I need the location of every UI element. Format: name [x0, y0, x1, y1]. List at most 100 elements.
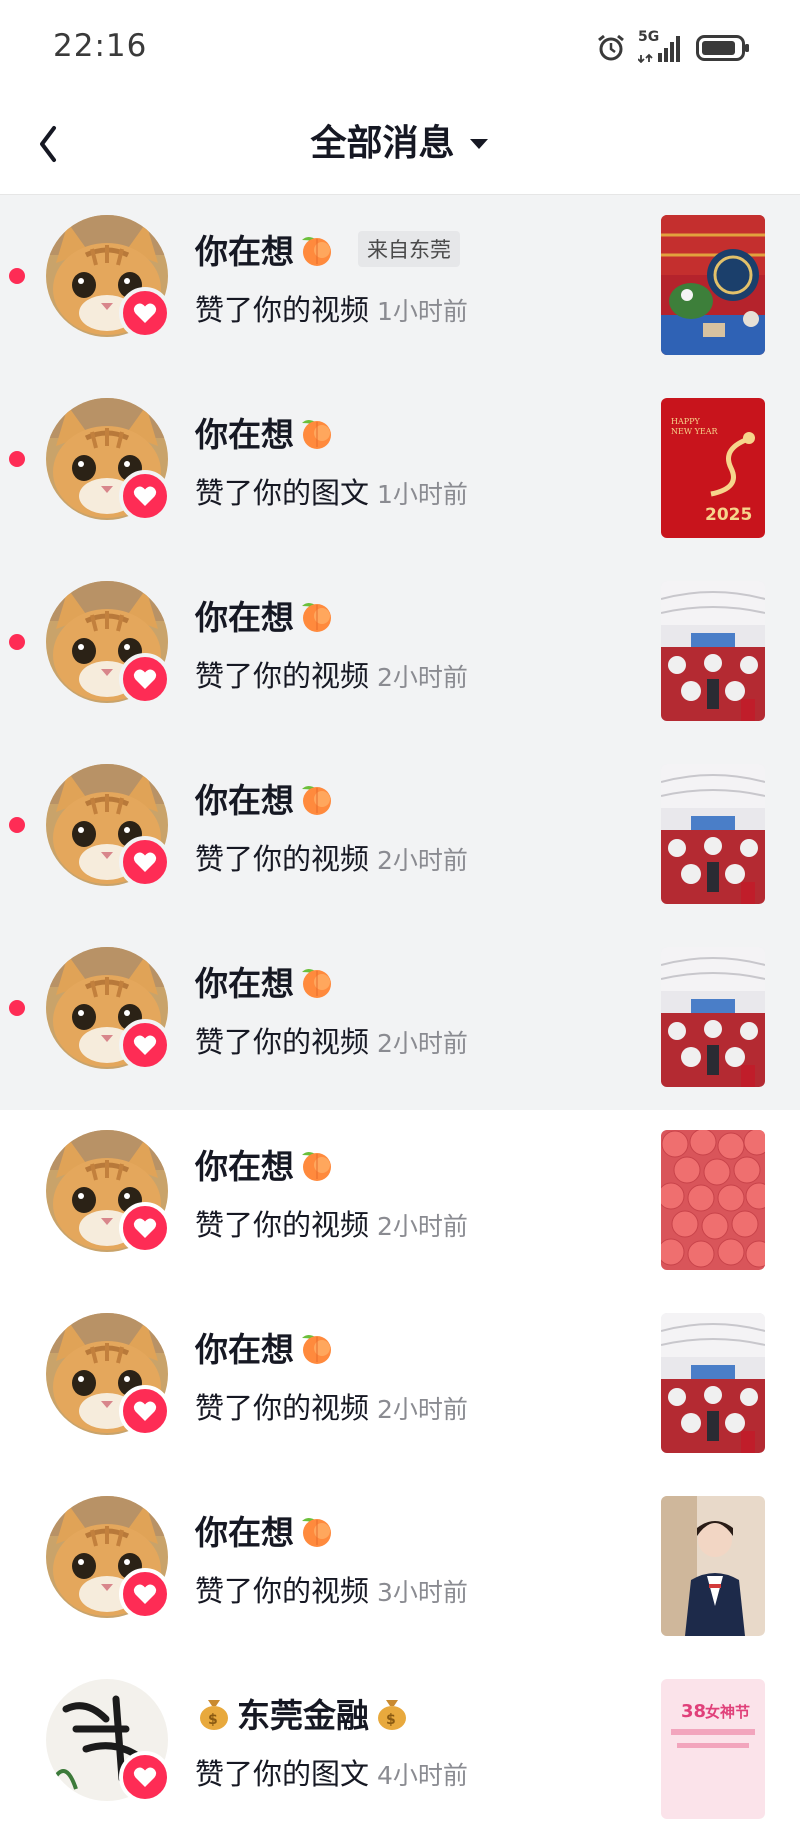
- sender-name[interactable]: 你在想: [195, 774, 294, 822]
- like-badge-icon: [119, 1202, 171, 1254]
- notification-list: 你在想 来自东莞 赞了你的视频 1小时前 你在想 赞了你的图文 1小时前 HAP…: [0, 195, 800, 1842]
- peach-emoji-icon: [302, 969, 331, 998]
- peach-emoji-icon: [302, 603, 331, 632]
- action-text: 赞了你的视频: [195, 1574, 370, 1608]
- heart-icon: [133, 1767, 157, 1787]
- content-thumbnail[interactable]: 38 女神节: [661, 1679, 765, 1819]
- status-icons: 5G: [596, 29, 750, 66]
- sender-name-line[interactable]: 你在想: [195, 1323, 336, 1371]
- header: 全部消息: [0, 96, 800, 195]
- notification-row[interactable]: 你在想 来自东莞 赞了你的视频 1小时前: [0, 195, 800, 378]
- peach-emoji-icon: [302, 237, 331, 266]
- action-text: 赞了你的视频: [195, 1025, 370, 1059]
- timestamp: 2小时前: [377, 846, 468, 875]
- like-badge-icon: [119, 470, 171, 522]
- action-text: 赞了你的图文: [195, 476, 370, 510]
- sender-name-line[interactable]: 你在想: [195, 591, 336, 639]
- unread-dot: [9, 1000, 25, 1016]
- like-badge-icon: [119, 1019, 171, 1071]
- content-thumbnail[interactable]: [661, 581, 765, 721]
- action-line: 赞了你的视频 2小时前: [195, 836, 468, 878]
- peach-emoji-icon: [302, 1335, 331, 1364]
- action-line: 赞了你的视频 3小时前: [195, 1568, 468, 1610]
- notification-row[interactable]: 你在想 赞了你的视频 2小时前: [0, 1293, 800, 1476]
- sender-name-line[interactable]: 你在想: [195, 957, 336, 1005]
- status-time: 22:16: [53, 28, 148, 64]
- notification-row[interactable]: 你在想 赞了你的视频 3小时前: [0, 1476, 800, 1659]
- sender-name-line[interactable]: $ 东莞金融 $: [195, 1689, 411, 1737]
- signal-icon: 5G: [638, 29, 684, 63]
- notification-row[interactable]: 你在想 赞了你的图文 1小时前 HAPPY NEW YEAR 2025: [0, 378, 800, 561]
- action-line: 赞了你的图文 4小时前: [195, 1751, 468, 1793]
- content-thumbnail[interactable]: [661, 764, 765, 904]
- sender-name-line[interactable]: 你在想: [195, 408, 336, 456]
- action-text: 赞了你的图文: [195, 1757, 370, 1791]
- svg-text:女神节: 女神节: [705, 1703, 750, 1721]
- timestamp: 1小时前: [377, 480, 468, 509]
- svg-text:NEW YEAR: NEW YEAR: [671, 427, 719, 436]
- caret-down-icon: [469, 139, 488, 149]
- content-thumbnail[interactable]: [661, 1130, 765, 1270]
- timestamp: 2小时前: [377, 1029, 468, 1058]
- unread-dot: [9, 817, 25, 833]
- notification-row[interactable]: 你在想 赞了你的视频 2小时前: [0, 927, 800, 1110]
- heart-icon: [133, 1218, 157, 1238]
- like-badge-icon: [119, 287, 171, 339]
- notification-row[interactable]: $ 东莞金融 $ 赞了你的图文 4小时前 38 女神节: [0, 1659, 800, 1842]
- timestamp: 1小时前: [377, 297, 468, 326]
- heart-icon: [133, 1035, 157, 1055]
- sender-name-line[interactable]: 你在想: [195, 1506, 336, 1554]
- sender-name[interactable]: 你在想: [195, 1140, 294, 1188]
- unread-dot: [9, 451, 25, 467]
- alarm-icon: [598, 34, 624, 61]
- status-bar: 22:16 5G: [0, 0, 800, 96]
- action-text: 赞了你的视频: [195, 842, 370, 876]
- sender-name[interactable]: 你在想: [195, 1506, 294, 1554]
- like-badge-icon: [119, 1385, 171, 1437]
- notification-row[interactable]: 你在想 赞了你的视频 2小时前: [0, 1110, 800, 1293]
- content-thumbnail[interactable]: [661, 947, 765, 1087]
- unread-dot: [9, 268, 25, 284]
- svg-text:$: $: [208, 1712, 218, 1728]
- heart-icon: [133, 1584, 157, 1604]
- heart-icon: [133, 486, 157, 506]
- thumb-ny-top: HAPPY: [671, 417, 701, 426]
- action-line: 赞了你的视频 2小时前: [195, 653, 468, 695]
- content-thumbnail[interactable]: [661, 1313, 765, 1453]
- action-line: 赞了你的视频 2小时前: [195, 1019, 468, 1061]
- battery-icon: [696, 35, 749, 61]
- sender-name[interactable]: 东莞金融: [237, 1689, 369, 1737]
- sender-name[interactable]: 你在想: [195, 957, 294, 1005]
- sender-name-line[interactable]: 你在想: [195, 1140, 336, 1188]
- peach-emoji-icon: [302, 786, 331, 815]
- content-thumbnail[interactable]: [661, 215, 765, 355]
- unread-dot: [9, 634, 25, 650]
- svg-text:$: $: [386, 1712, 396, 1728]
- timestamp: 2小时前: [377, 1395, 468, 1424]
- notification-row[interactable]: 你在想 赞了你的视频 2小时前: [0, 744, 800, 927]
- like-badge-icon: [119, 653, 171, 705]
- action-line: 赞了你的图文 1小时前: [195, 470, 468, 512]
- timestamp: 2小时前: [377, 663, 468, 692]
- location-tag: 来自东莞: [358, 231, 460, 267]
- sender-name[interactable]: 你在想: [195, 408, 294, 456]
- action-text: 赞了你的视频: [195, 659, 370, 693]
- content-thumbnail[interactable]: HAPPY NEW YEAR 2025: [661, 398, 765, 538]
- message-filter-dropdown[interactable]: 全部消息: [0, 114, 800, 174]
- sender-name-line[interactable]: 你在想 来自东莞: [195, 225, 460, 273]
- notification-row[interactable]: 你在想 赞了你的视频 2小时前: [0, 561, 800, 744]
- svg-text:38: 38: [681, 1701, 706, 1722]
- peach-emoji-icon: [302, 420, 331, 449]
- money-bag-emoji-icon: $: [378, 1700, 406, 1730]
- sender-name[interactable]: 你在想: [195, 225, 294, 273]
- content-thumbnail[interactable]: [661, 1496, 765, 1636]
- sender-name[interactable]: 你在想: [195, 1323, 294, 1371]
- heart-icon: [133, 303, 157, 323]
- action-line: 赞了你的视频 2小时前: [195, 1202, 468, 1244]
- peach-emoji-icon: [302, 1152, 331, 1181]
- peach-emoji-icon: [302, 1518, 331, 1547]
- sender-name-line[interactable]: 你在想: [195, 774, 336, 822]
- timestamp: 2小时前: [377, 1212, 468, 1241]
- svg-text:2025: 2025: [705, 505, 752, 525]
- sender-name[interactable]: 你在想: [195, 591, 294, 639]
